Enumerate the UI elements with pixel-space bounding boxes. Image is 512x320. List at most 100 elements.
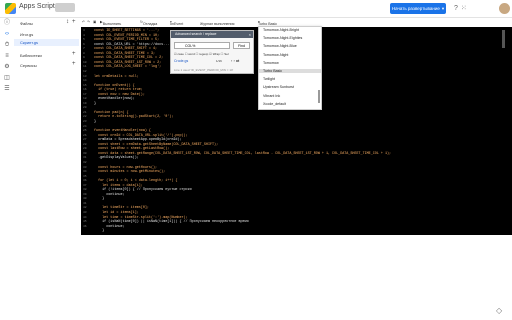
code-line: if (true) return true; <box>94 88 143 93</box>
nav-arrows[interactable]: ‹ › ⇄ <box>231 58 239 63</box>
save-icon[interactable]: ▣ <box>93 20 96 24</box>
option-wrap[interactable]: ☑ Wrap <box>209 52 220 56</box>
option-label: Sel <box>224 52 229 56</box>
code-line: eventHandler(now); <box>94 97 135 102</box>
line-number: 20 <box>83 106 87 110</box>
theme-option[interactable]: Vibrant Ink <box>263 94 280 98</box>
line-number: 40 <box>83 197 87 201</box>
run-button[interactable]: ▶ Выполнить <box>100 20 121 26</box>
dialog-title: Advanced search / replace <box>171 31 253 38</box>
code-line: crmData = SpreadsheetApp.openById(crmId)… <box>94 138 182 143</box>
redo-icon[interactable]: ↷ <box>87 20 90 24</box>
search-input[interactable]: COL% <box>174 42 230 49</box>
close-icon[interactable]: × <box>249 32 251 37</box>
option-label: regexp <box>199 52 209 56</box>
file-link[interactable]: Crode.gs <box>174 59 188 63</box>
sort-icon[interactable]: ↕ <box>66 19 69 25</box>
code-line: let id = items[1]; <box>94 211 139 215</box>
line-number: 17 <box>83 92 87 96</box>
theme-option[interactable]: Tomorrow-Night-Blue <box>263 44 297 48</box>
code-line: const COL_DATA_URL = 'https://docs...'; <box>94 42 174 47</box>
line-number: 37 <box>83 183 87 187</box>
replace-toggle-icon[interactable]: ⇄ <box>236 58 239 63</box>
apps-script-logo-icon <box>5 3 16 14</box>
code-line: const minutes = now.getMinutes(); <box>94 170 166 175</box>
executions-icon[interactable]: ≡ <box>0 51 14 62</box>
line-number: 13 <box>83 74 87 78</box>
debug-button[interactable]: ↻ Отладка <box>140 20 157 26</box>
line-number: 43 <box>83 211 87 214</box>
theme-option[interactable]: Twilight <box>263 77 275 81</box>
theme-option[interactable]: Turbo Basic <box>259 69 321 73</box>
code-line: const COL_EVENT_TIME_FILTER = 5; <box>94 38 160 43</box>
theme-option[interactable]: Tomorrow-Night-Bright <box>263 28 299 32</box>
debug-label: Отладка <box>143 22 158 26</box>
line-number: 38 <box>83 188 87 192</box>
dropdown-scrollbar[interactable] <box>318 90 320 103</box>
option-case[interactable]: ☑ case <box>174 52 184 56</box>
option-label: word <box>188 52 195 56</box>
code-line: const COL_DATA_SHEET_TIME = 3; <box>94 51 156 56</box>
overview-icon[interactable]: ⓘ <box>0 18 14 29</box>
deploy-button[interactable]: Начать развертывание ▾ <box>390 3 446 14</box>
add-file-icon[interactable]: + <box>72 19 76 25</box>
option-word[interactable]: ☐ word <box>185 52 195 56</box>
log-label: Журнал выполнения <box>200 22 235 26</box>
editor-icon[interactable]: ‹› <box>0 29 14 40</box>
file-item-selected[interactable]: Скрипт.gs <box>14 39 79 46</box>
line-number: 29 <box>83 147 87 151</box>
left-rail: ⓘ ‹› ⏱ ≡ ⚙ ◫ ☰ <box>0 18 14 218</box>
option-regexp[interactable]: ☐ regexp <box>196 52 209 56</box>
theme-dropdown: Tomorrow-Night-Bright Tomorrow-Night-Eigh… <box>258 26 322 110</box>
avatar[interactable] <box>499 3 510 14</box>
line-number: 35 <box>83 174 87 178</box>
next-match-icon[interactable]: › <box>233 58 234 63</box>
code-line: const lastRow = sheet.getLastRow(); <box>94 147 170 152</box>
files-panel: Файлы ↕ + Итог.gs Скрипт.gs Библиотеки +… <box>14 18 79 228</box>
line-number: 16 <box>83 88 87 92</box>
add-service-icon[interactable]: + <box>72 61 76 67</box>
add-library-icon[interactable]: + <box>72 51 76 57</box>
top-icons: ?⁙ <box>454 4 470 12</box>
theme-option[interactable]: Upstream Sunburst <box>263 85 294 89</box>
line-number: 28 <box>83 142 87 146</box>
project-name-placeholder[interactable] <box>55 3 75 12</box>
theme-option[interactable]: Xcode_default <box>263 102 286 106</box>
code-line: const COL_DATA_SHEET_TIME_COL = 2; <box>94 56 164 61</box>
file-item[interactable]: Итог.gs <box>20 32 33 37</box>
dialog-status-note: Line 1 used 'ID_EVENT_PERIOD_MIN = 10' <box>174 68 234 72</box>
extra-icon[interactable]: ◫ <box>0 73 14 84</box>
line-number: 11 <box>83 65 87 69</box>
editor-scrollbar[interactable] <box>502 30 505 48</box>
code-line: const COL_DATA_SHEET_SHIFT = 4; <box>94 47 158 52</box>
theme-option[interactable]: Tomorrow-Night-Eighties <box>263 36 302 40</box>
apps-grid-icon[interactable]: ⁙ <box>461 5 470 12</box>
theme-select[interactable]: Turbo Basic ▾ <box>258 20 277 26</box>
code-line: return n.toString().padStart(2, '0'); <box>94 115 174 120</box>
code-line: let crmDetails = null; <box>94 74 139 79</box>
option-sel[interactable]: ☐ Sel <box>221 52 229 56</box>
run-label: Выполнить <box>102 22 122 26</box>
help-icon[interactable]: ? <box>454 5 461 12</box>
find-button[interactable]: Find <box>233 42 250 49</box>
files-header: Файлы <box>20 21 33 26</box>
line-number: 36 <box>83 179 87 183</box>
settings-icon[interactable]: ⚙ <box>0 62 14 73</box>
undo-icon[interactable]: ↶ <box>82 20 85 24</box>
libraries-label: Библиотеки <box>20 53 42 58</box>
theme-option[interactable]: Tomorrow-Night <box>263 53 288 57</box>
theme-option[interactable]: Tomorrow <box>263 61 279 65</box>
line-number: 26 <box>83 133 87 137</box>
code-line: function onEvent() { <box>94 83 135 88</box>
code-line: if (isNaN(time[0]) || isNaN(time[1])) { … <box>94 220 249 225</box>
line-number: 42 <box>83 206 87 210</box>
deploy-button-label: Начать развертывание <box>391 6 440 11</box>
function-select[interactable]: onEvent ▾ <box>170 20 183 26</box>
match-count: 1/16 <box>216 59 222 63</box>
expand-icon[interactable]: ◇ <box>496 306 502 315</box>
line-number: 39 <box>83 192 87 196</box>
services-label: Сервисы <box>20 63 37 68</box>
triggers-icon[interactable]: ⏱ <box>0 40 14 51</box>
line-number: 33 <box>83 165 87 169</box>
menu-icon[interactable]: ☰ <box>0 84 14 95</box>
